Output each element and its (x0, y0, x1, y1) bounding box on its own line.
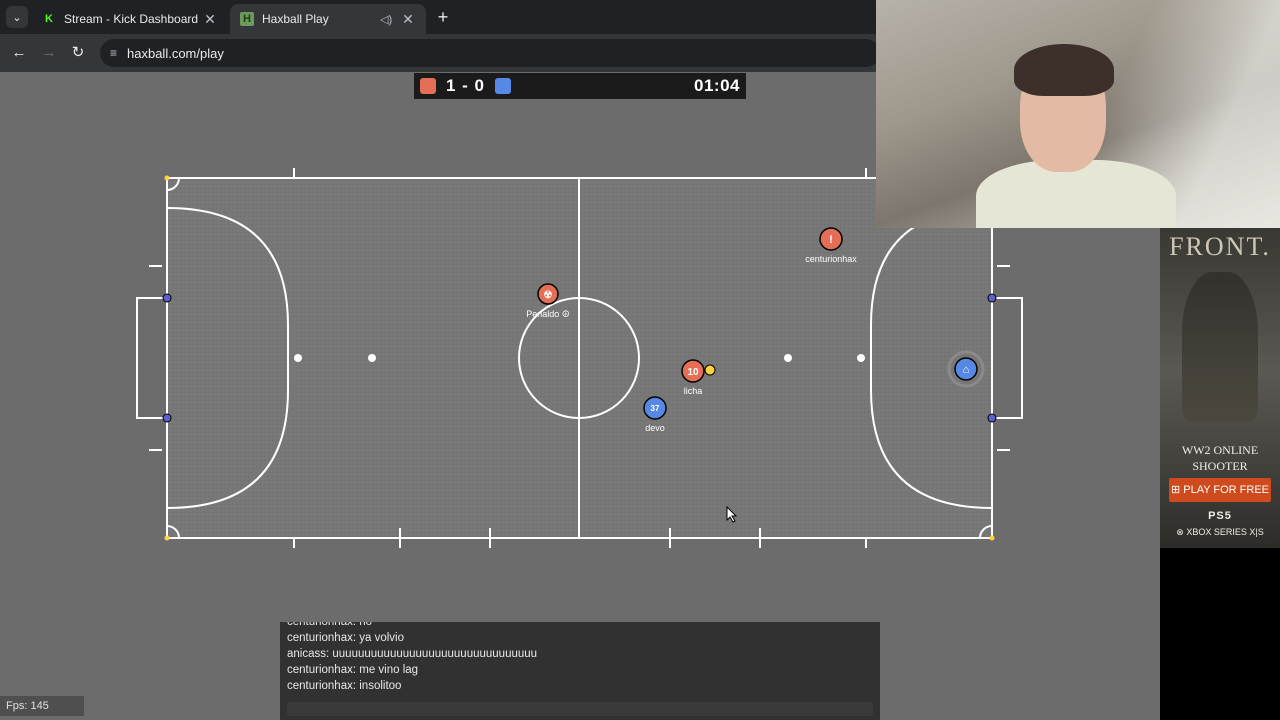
player-name: centurionhax (805, 254, 857, 264)
close-tab-icon[interactable]: ✕ (400, 11, 416, 28)
haxball-icon: H (240, 12, 254, 26)
ball (704, 364, 716, 376)
url-text: haxball.com/play (127, 45, 224, 61)
speaker-icon[interactable]: ◁) (380, 13, 396, 26)
reload-icon[interactable]: ↻ (67, 42, 89, 64)
score-text: 1 - 0 (446, 76, 486, 95)
ad-tagline: WW2 ONLINE SHOOTER (1181, 443, 1259, 473)
ad-background (1160, 548, 1280, 720)
tab-title: Stream - Kick Dashboard (64, 12, 199, 26)
player-avatar: ☢ (544, 290, 553, 301)
forward-icon[interactable]: → (38, 42, 60, 64)
tab-kick-dashboard[interactable]: K Stream - Kick Dashboard ✕ (32, 4, 228, 34)
fps-counter: Fps: 145 (0, 696, 84, 716)
blue-team-icon (495, 78, 512, 94)
player-devo: 37 devo (643, 396, 667, 433)
ad-brand: FRONT. (1169, 232, 1271, 261)
webcam-overlay (876, 0, 1280, 228)
player-avatar: 37 (651, 404, 660, 413)
chat-message: centurionhax: me vino lag (287, 664, 419, 676)
soldier-image (1182, 272, 1258, 422)
chat-input[interactable] (287, 702, 873, 716)
advertisement[interactable]: FRONT. WW2 ONLINE SHOOTER ⊞ PLAY FOR FRE… (1160, 228, 1280, 548)
back-icon[interactable]: ← (8, 42, 30, 64)
player-avatar: ⌂ (963, 364, 970, 376)
tab-search-chevron-icon[interactable]: ⌄ (6, 6, 28, 28)
player-avatar: ! (829, 234, 833, 246)
player-name: devo (645, 423, 665, 433)
chat-message: centurionhax: ya volvio (287, 632, 404, 644)
play-for-free-button[interactable]: ⊞ PLAY FOR FREE (1169, 478, 1271, 502)
player-name: licha (684, 386, 703, 396)
kick-icon: K (45, 13, 53, 25)
match-timer: 01:04 (694, 76, 740, 95)
tab-title: Haxball Play (262, 12, 329, 26)
red-team-icon (420, 78, 436, 94)
player-name: Penaldo ☮ (526, 309, 570, 319)
player-avatar: 10 (687, 367, 699, 378)
player-licha: 10 licha (681, 359, 705, 396)
scoreboard: 1 - 0 01:04 (414, 73, 746, 99)
address-bar[interactable]: ≡ haxball.com/play (100, 39, 880, 67)
ps5-logo: PS5 (1208, 510, 1232, 522)
chat-message: centurionhax: no (287, 622, 373, 628)
webcam-person-hair (1014, 44, 1114, 96)
tab-haxball-play[interactable]: H Haxball Play ◁) ✕ (230, 4, 426, 34)
close-tab-icon[interactable]: ✕ (202, 11, 218, 28)
site-settings-icon[interactable]: ≡ (110, 46, 117, 60)
chat-message: centurionhax: insolitoo (287, 680, 402, 692)
xbox-logo: ⊗ XBOX SERIES X|S (1176, 527, 1264, 537)
chat-message: anicass: uuuuuuuuuuuuuuuuuuuuuuuuuuuuuuu… (287, 648, 538, 660)
new-tab-button[interactable]: + (432, 6, 454, 28)
